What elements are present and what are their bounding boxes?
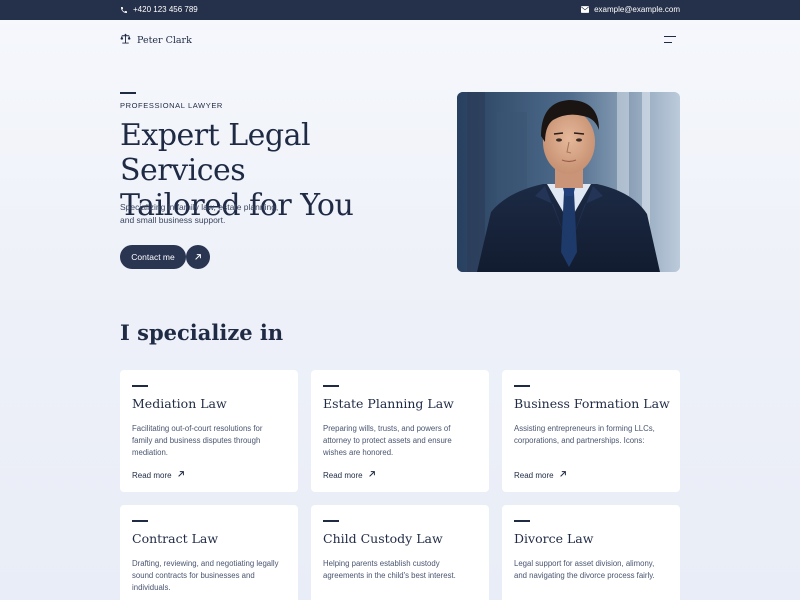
phone-number: +420 123 456 789 xyxy=(133,5,198,14)
description-line: Facilitating out-of-court resolutions fo… xyxy=(132,424,263,433)
contact-arrow-button[interactable] xyxy=(186,245,210,269)
description-line: Preparing wills, trusts, and powers of xyxy=(323,424,451,433)
hero-text-line1: Specializing in family law, estate plann… xyxy=(120,202,279,212)
card-accent-line xyxy=(132,520,148,522)
hero-description: Specializing in family law, estate plann… xyxy=(120,201,280,226)
service-card[interactable]: Mediation Law Facilitating out-of-court r… xyxy=(120,370,298,492)
read-more-label: Read more xyxy=(514,470,554,480)
card-accent-line xyxy=(323,385,339,387)
service-card-title: Child Custody Law xyxy=(323,531,443,546)
description-line: agreements in the child's best interest. xyxy=(323,571,456,580)
service-card-description: Preparing wills, trusts, and powers of at… xyxy=(323,423,479,459)
read-more-link[interactable]: Read more xyxy=(132,470,185,480)
description-line: sound contracts for businesses and xyxy=(132,571,255,580)
hero-text-line2: and small business support. xyxy=(120,214,226,225)
description-line: mediation. xyxy=(132,448,168,457)
service-card[interactable]: Business Formation Law Assisting entrepre… xyxy=(502,370,680,492)
description-line: corporations, and partnerships. Icons: xyxy=(514,436,645,445)
service-card[interactable]: Contract Law Drafting, reviewing, and neg… xyxy=(120,505,298,600)
read-more-link[interactable]: Read more xyxy=(323,470,376,480)
service-card-title: Business Formation Law xyxy=(514,396,670,411)
description-line: individuals. xyxy=(132,583,171,592)
scales-of-justice-icon xyxy=(120,33,131,47)
email-address: example@example.com xyxy=(594,5,680,14)
brand-name: Peter Clark xyxy=(137,34,192,46)
read-more-label: Read more xyxy=(132,470,172,480)
service-card-title: Contract Law xyxy=(132,531,219,546)
service-card-title: Estate Planning Law xyxy=(323,396,454,411)
service-card[interactable]: Estate Planning Law Preparing wills, trus… xyxy=(311,370,489,492)
arrow-up-right-icon xyxy=(559,470,567,480)
description-line: wishes are honored. xyxy=(323,448,394,457)
card-accent-line xyxy=(132,385,148,387)
service-card-description: Assisting entrepreneurs in forming LLCs,… xyxy=(514,423,670,447)
description-line: attorney to protect assets and ensure xyxy=(323,436,452,445)
service-card-description: Legal support for asset division, alimon… xyxy=(514,558,670,582)
description-line: and navigating the divorce process fairl… xyxy=(514,571,655,580)
arrow-up-right-icon xyxy=(368,470,376,480)
service-card-title: Mediation Law xyxy=(132,396,227,411)
services-section-title: I specialize in xyxy=(120,320,284,345)
service-card-description: Facilitating out-of-court resolutions fo… xyxy=(132,423,288,459)
arrow-up-right-icon xyxy=(177,470,185,480)
hamburger-menu-icon[interactable] xyxy=(664,34,678,46)
description-line: family and business disputes through xyxy=(132,436,261,445)
card-accent-line xyxy=(514,520,530,522)
phone-icon xyxy=(120,6,128,14)
service-card-title: Divorce Law xyxy=(514,531,594,546)
hero-eyebrow: PROFESSIONAL LAWYER xyxy=(120,101,223,110)
contact-me-button[interactable]: Contact me xyxy=(120,245,186,269)
description-line: Drafting, reviewing, and negotiating leg… xyxy=(132,559,279,568)
description-line: Helping parents establish custody xyxy=(323,559,440,568)
service-card[interactable]: Child Custody Law Helping parents establi… xyxy=(311,505,489,600)
lawyer-portrait-photo xyxy=(457,92,680,272)
service-card[interactable]: Divorce Law Legal support for asset divis… xyxy=(502,505,680,600)
top-contact-bar: +420 123 456 789 example@example.com xyxy=(0,0,800,20)
phone-contact[interactable]: +420 123 456 789 xyxy=(120,5,198,14)
card-accent-line xyxy=(323,520,339,522)
read-more-label: Read more xyxy=(323,470,363,480)
read-more-link[interactable]: Read more xyxy=(514,470,567,480)
service-card-description: Drafting, reviewing, and negotiating leg… xyxy=(132,558,288,594)
email-contact[interactable]: example@example.com xyxy=(581,5,680,14)
description-line: Legal support for asset division, alimon… xyxy=(514,559,655,568)
arrow-up-right-icon xyxy=(194,248,202,266)
hero-title-line1: Expert Legal Services xyxy=(120,118,311,188)
brand-logo[interactable]: Peter Clark xyxy=(120,33,192,47)
eyebrow-divider xyxy=(120,92,136,94)
mail-icon xyxy=(581,6,590,13)
card-accent-line xyxy=(514,385,530,387)
service-card-description: Helping parents establish custody agreeme… xyxy=(323,558,479,582)
description-line: Assisting entrepreneurs in forming LLCs, xyxy=(514,424,655,433)
